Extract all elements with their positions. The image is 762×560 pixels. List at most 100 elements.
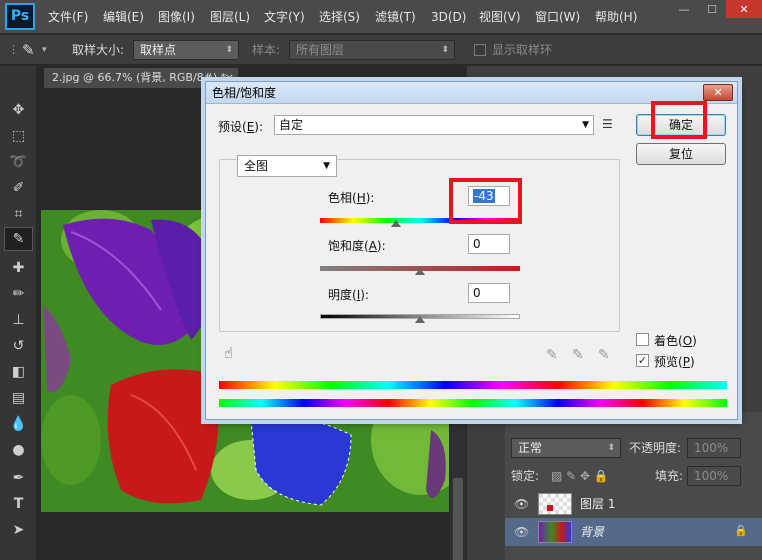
marquee-tool-icon[interactable]: ⬚ [4,124,33,148]
menu-select[interactable]: 选择(S) [319,0,360,34]
layers-panel: 正常 ⬍ 不透明度: 100% 锁定: ▨ ✎ ✥ 🔒 填充: 100% 👁 图层… [505,412,762,560]
dialog-close-button[interactable]: ✕ [703,84,733,101]
path-select-tool-icon[interactable]: ➤ [4,518,33,542]
lightness-label-text: 明度 [328,288,353,302]
preview-label: 预览(P) [654,355,695,369]
layer-name: 背景 [580,525,605,539]
crop-tool-icon[interactable]: ⌗ [4,202,33,226]
minimize-button[interactable]: — [670,0,698,18]
ok-button[interactable]: 确定 [636,114,726,136]
preset-select[interactable]: 自定 ▼ [274,115,594,135]
quick-select-tool-icon[interactable]: ✐ [4,176,33,200]
chevron-updown-icon: ⬍ [225,45,233,55]
stamp-tool-icon[interactable]: ⊥ [4,308,33,332]
menu-file[interactable]: 文件(F) [48,0,88,34]
photoshop-window: Ps 文件(F) 编辑(E) 图像(I) 图层(L) 文字(Y) 选择(S) 滤… [0,0,762,560]
brush-tool-icon[interactable]: ✏ [4,282,33,306]
saturation-value: 0 [473,237,481,251]
healing-brush-tool-icon[interactable]: ✚ [4,256,33,280]
dialog-title: 色相/饱和度 [212,86,277,100]
blend-mode-select[interactable]: 正常 ⬍ [511,438,621,458]
history-brush-tool-icon[interactable]: ↺ [4,334,33,358]
type-tool-icon[interactable]: T [4,492,33,516]
tool-preset-dropdown-icon[interactable]: ▾ [42,35,47,65]
dialog-titlebar[interactable]: 色相/饱和度 ✕ [206,82,737,104]
lightness-slider-thumb[interactable] [415,316,425,323]
scrollbar-thumb[interactable] [453,478,463,560]
menu-filter[interactable]: 滤镜(T) [375,0,416,34]
menu-view[interactable]: 视图(V) [479,0,521,34]
lasso-tool-icon[interactable]: ➰ [4,150,33,174]
eyedropper-tool-icon[interactable]: ✎ [4,227,33,251]
preset-label-text: 预设 [218,120,243,134]
lock-label: 锁定: [511,469,540,483]
menu-edit[interactable]: 编辑(E) [103,0,144,34]
fill-label: 填充: [655,469,684,483]
saturation-slider-thumb[interactable] [415,268,425,275]
preset-key: E [246,120,255,134]
hue-slider[interactable] [320,218,520,223]
lightness-value: 0 [473,286,481,300]
sample-select[interactable]: 所有图层 ⬍ [289,40,455,60]
channel-select[interactable]: 全图 ▼ [237,155,337,177]
opacity-label: 不透明度: [629,441,682,455]
layer-thumbnail [538,493,572,515]
preset-options-icon[interactable]: ☰ [602,117,613,131]
eyedropper-minus-icon[interactable]: ✎ [598,347,610,363]
colorize-label-text: 着色 [654,334,679,348]
chevron-down-icon: ▼ [323,161,330,171]
lightness-input[interactable]: 0 [468,283,510,303]
lightness-label: 明度(I): [328,288,369,302]
hand-adjust-icon[interactable]: ☝ [224,344,233,362]
hue-input[interactable]: -43 [468,186,510,206]
preview-checkbox[interactable]: ✓ [636,354,649,367]
show-ring-checkbox[interactable] [474,44,486,56]
maximize-button[interactable]: ☐ [698,0,726,18]
dodge-tool-icon[interactable]: ● [4,438,33,462]
adjustment-group [219,159,620,332]
eyedropper-tool-icon[interactable]: ✎ [22,35,35,65]
eye-icon[interactable]: 👁 [514,497,529,511]
eyedropper-icon[interactable]: ✎ [546,347,558,363]
chevron-updown-icon: ⬍ [441,45,449,55]
layer-row[interactable]: 👁 背景 🔒 [505,518,762,546]
move-tool-icon[interactable]: ✥ [4,98,33,122]
blur-tool-icon[interactable]: 💧 [4,412,33,436]
hue-value: -43 [473,189,495,203]
layer-thumbnail [538,521,572,543]
colorize-key: O [682,334,693,348]
menu-window[interactable]: 窗口(W) [535,0,580,34]
hue-saturation-dialog: 色相/饱和度 ✕ 预设(E): 自定 ▼ ☰ 全图 ▼ 色相(H): -43 饱和度… [205,81,738,420]
show-ring-label: 显示取样环 [492,43,553,57]
menu-3d[interactable]: 3D(D) [431,0,466,34]
sample-size-value: 取样点 [140,43,177,57]
gradient-tool-icon[interactable]: ▤ [4,386,33,410]
colorize-checkbox[interactable] [636,333,649,346]
menu-help[interactable]: 帮助(H) [595,0,637,34]
reset-button[interactable]: 复位 [636,143,726,165]
hue-label: 色相(H): [328,191,375,205]
layer-row[interactable]: 👁 图层 1 [505,490,762,518]
fill-input[interactable]: 100% [687,466,741,486]
sample-value: 所有图层 [296,43,345,57]
opacity-input[interactable]: 100% [687,438,741,458]
hue-key: H [356,191,366,205]
window-controls: — ☐ ✕ [670,0,762,18]
eyedropper-plus-icon[interactable]: ✎ [572,347,584,363]
menu-layer[interactable]: 图层(L) [210,0,250,34]
hue-slider-thumb[interactable] [391,220,402,227]
close-window-button[interactable]: ✕ [726,0,762,18]
eraser-tool-icon[interactable]: ◧ [4,360,33,384]
colorize-label: 着色(O) [654,334,697,348]
pen-tool-icon[interactable]: ✒ [4,466,33,490]
menu-image[interactable]: 图像(I) [158,0,195,34]
lock-icons[interactable]: ▨ ✎ ✥ 🔒 [551,461,609,491]
menu-type[interactable]: 文字(Y) [264,0,305,34]
document-tab-title: 2.jpg @ 66.7% (背景, RGB/8#) * [52,71,227,84]
output-color-bar [219,399,727,407]
eye-icon[interactable]: 👁 [514,525,529,539]
preview-key: P [682,355,690,369]
layer-thumb-mark [547,505,553,511]
saturation-input[interactable]: 0 [468,234,510,254]
sample-size-select[interactable]: 取样点 ⬍ [133,40,239,60]
